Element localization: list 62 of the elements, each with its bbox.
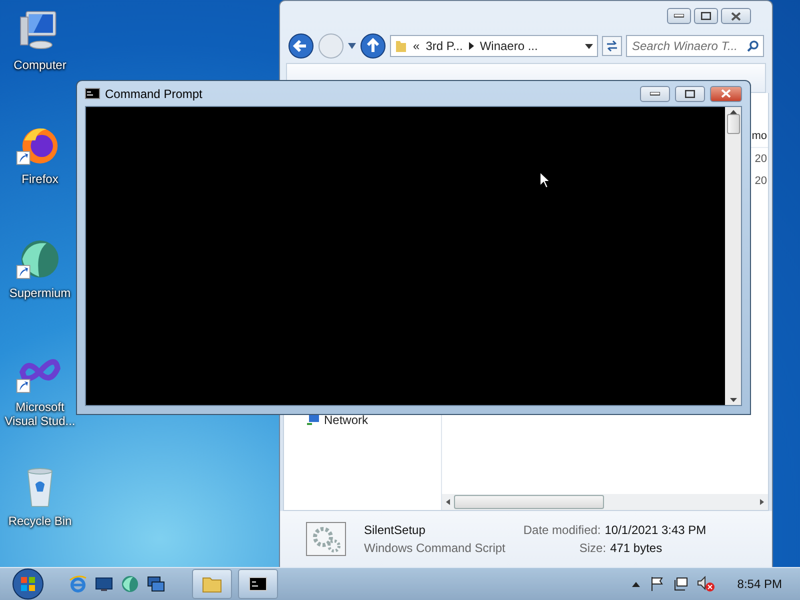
field-label: Date modified: xyxy=(523,523,601,537)
app-icon[interactable] xyxy=(22,128,58,164)
vertical-scrollbar[interactable] xyxy=(725,107,741,405)
scroll-down-icon[interactable] xyxy=(730,398,736,402)
recycle-bin-icon[interactable] xyxy=(27,468,53,507)
file-name: SilentSetup xyxy=(364,523,426,537)
address-bar[interactable]: « 3rd P... Winaero ... xyxy=(390,35,598,57)
horizontal-scrollbar[interactable] xyxy=(442,494,768,510)
breadcrumb[interactable]: « xyxy=(413,39,420,53)
dropdown-caret-icon[interactable] xyxy=(348,43,356,49)
table-cell: 20 xyxy=(754,175,767,187)
scrollbar-thumb[interactable] xyxy=(726,114,740,134)
field-value: 10/1/2021 3:43 PM xyxy=(604,523,706,537)
column-header[interactable]: mo xyxy=(752,130,767,142)
search-icon xyxy=(747,40,759,52)
caret-icon[interactable] xyxy=(631,580,642,588)
maximize-button[interactable] xyxy=(694,8,718,24)
maximize-button[interactable] xyxy=(675,86,705,102)
flag-icon[interactable] xyxy=(649,576,666,592)
close-button[interactable] xyxy=(710,86,742,102)
close-icon xyxy=(721,89,731,98)
console-icon xyxy=(85,88,100,99)
file-type: Windows Command Script xyxy=(364,541,506,555)
desktop-icon-label[interactable]: Computer xyxy=(2,58,78,72)
scrollbar-thumb[interactable] xyxy=(454,495,604,509)
close-button[interactable] xyxy=(721,8,751,24)
desktop-icon-label[interactable]: Firefox xyxy=(2,172,78,186)
speaker-muted-icon[interactable] xyxy=(697,576,716,592)
minimize-button[interactable] xyxy=(640,86,670,102)
search-field[interactable]: Search Winaero T... xyxy=(626,35,764,57)
clock[interactable]: 8:54 PM xyxy=(737,577,782,591)
gear-file-icon xyxy=(306,522,346,556)
minimize-button[interactable] xyxy=(667,8,691,24)
back-button[interactable] xyxy=(288,33,314,59)
dropdown-caret-icon[interactable] xyxy=(585,44,593,48)
taskbar-button[interactable] xyxy=(238,569,278,599)
mouse-pointer-icon xyxy=(539,171,551,189)
computer-icon[interactable] xyxy=(20,11,56,50)
windows-icon[interactable] xyxy=(146,574,166,594)
scroll-right-icon[interactable] xyxy=(760,499,764,505)
folder-icon xyxy=(202,575,222,593)
field-label: Size: xyxy=(579,541,606,555)
folder-icon xyxy=(395,39,407,53)
window-title: Command Prompt xyxy=(105,86,204,100)
maximize-icon xyxy=(685,90,695,98)
field-value: 471 bytes xyxy=(610,541,662,555)
breadcrumb-arrow-icon xyxy=(468,42,474,50)
breadcrumb[interactable]: Winaero ... xyxy=(480,39,538,53)
up-button[interactable] xyxy=(360,33,386,59)
table-cell: 20 xyxy=(754,153,767,165)
network-icon[interactable] xyxy=(673,576,690,592)
app-icon[interactable] xyxy=(21,240,59,278)
refresh-button[interactable] xyxy=(602,36,622,56)
breadcrumb[interactable]: 3rd P... xyxy=(426,39,463,53)
network-icon xyxy=(306,414,320,426)
minimize-icon xyxy=(674,14,684,18)
scroll-left-icon[interactable] xyxy=(446,499,450,505)
maximize-icon xyxy=(701,12,711,20)
close-icon xyxy=(731,12,741,20)
desktop-icon-label[interactable]: Supermium xyxy=(2,286,78,300)
console-icon xyxy=(249,577,267,591)
nav-item[interactable]: Network xyxy=(324,413,368,427)
